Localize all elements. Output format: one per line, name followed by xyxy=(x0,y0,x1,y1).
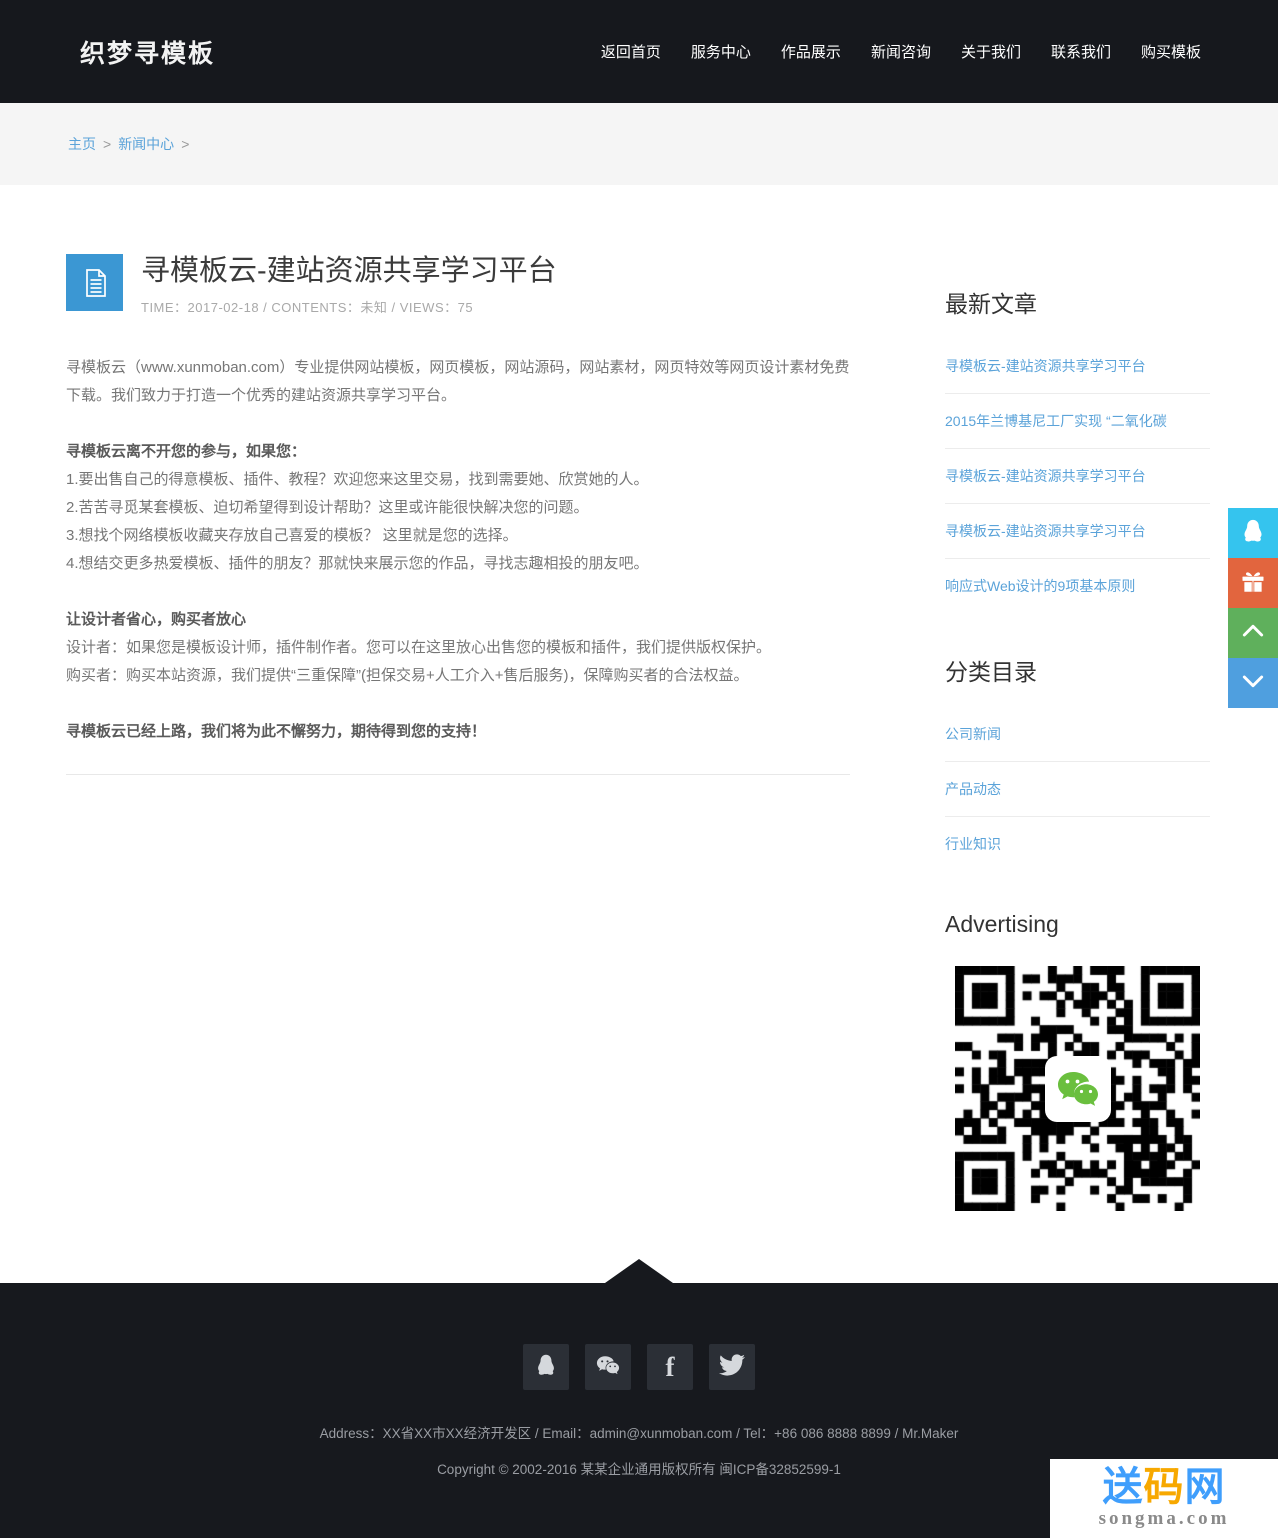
category-list: 公司新闻 产品动态 行业知识 xyxy=(945,707,1210,871)
breadcrumb-home-link[interactable]: 主页 xyxy=(68,134,96,154)
latest-article-link[interactable]: 2015年兰博基尼工厂实现 “二氧化碳 xyxy=(945,394,1210,449)
nav-item-services[interactable]: 服务中心 xyxy=(676,31,766,72)
twitter-social-button[interactable] xyxy=(709,1344,755,1390)
document-icon xyxy=(66,254,123,311)
nav-item-contact[interactable]: 联系我们 xyxy=(1036,31,1126,72)
article-section-participate: 寻模板云离不开您的参与，如果您： 1.要出售自己的得意模板、插件、教程？欢迎您来… xyxy=(66,438,850,578)
article-meta: TIME：2017-02-18 / CONTENTS：未知 / VIEWS：75 xyxy=(141,300,474,315)
qq-contact-button[interactable] xyxy=(1228,508,1278,558)
qq-icon xyxy=(533,1352,559,1383)
latest-article-link[interactable]: 寻模板云-建站资源共享学习平台 xyxy=(945,504,1210,559)
footer-address: Address：XX省XX市XX经济开发区 / Email：admin@xunm… xyxy=(319,1426,959,1441)
breadcrumb-separator: > xyxy=(103,136,112,152)
qr-code xyxy=(955,966,1200,1211)
main-nav: 返回首页 服务中心 作品展示 新闻咨询 关于我们 联系我们 购买模板 xyxy=(586,31,1216,72)
chevron-down-icon xyxy=(1237,665,1269,702)
wechat-icon xyxy=(1044,1055,1111,1122)
wechat-icon xyxy=(594,1351,622,1384)
songma-watermark: 送码网 songma.com xyxy=(1050,1459,1278,1538)
article-paragraph: 寻模板云（www.xunmoban.com）专业提供网站模板，网页模板，网站源码… xyxy=(66,359,850,404)
category-heading: 分类目录 xyxy=(945,659,1037,685)
article-closing-line: 寻模板云已经上路，我们将为此不懈努力，期待得到您的支持！ xyxy=(66,723,487,740)
nav-item-buy[interactable]: 购买模板 xyxy=(1126,31,1216,72)
promotion-button[interactable] xyxy=(1228,558,1278,608)
latest-articles-heading: 最新文章 xyxy=(945,291,1037,317)
latest-article-link[interactable]: 寻模板云-建站资源共享学习平台 xyxy=(945,339,1210,394)
advertising-heading: Advertising xyxy=(945,911,1059,937)
breadcrumb-section-link[interactable]: 新闻中心 xyxy=(118,134,174,154)
article-divider xyxy=(66,774,850,775)
top-header: 织梦寻模板 返回首页 服务中心 作品展示 新闻咨询 关于我们 联系我们 购买模板 xyxy=(0,0,1278,103)
qq-social-button[interactable] xyxy=(523,1344,569,1390)
site-logo[interactable]: 织梦寻模板 xyxy=(80,34,215,70)
facebook-icon: f xyxy=(665,1351,675,1382)
chevron-up-icon xyxy=(1237,615,1269,652)
category-link-company-news[interactable]: 公司新闻 xyxy=(945,707,1210,762)
article-line: 3.想找个网络模板收藏夹存放自己喜爱的模板？ 这里就是您的选择。 xyxy=(66,527,518,544)
nav-item-portfolio[interactable]: 作品展示 xyxy=(766,31,856,72)
article-column: 寻模板云-建站资源共享学习平台 TIME：2017-02-18 / CONTEN… xyxy=(66,185,850,775)
facebook-social-button[interactable]: f xyxy=(647,1344,693,1390)
category-link-industry[interactable]: 行业知识 xyxy=(945,817,1210,871)
article-subheading: 寻模板云离不开您的参与，如果您： xyxy=(66,443,307,460)
latest-articles-list: 寻模板云-建站资源共享学习平台 2015年兰博基尼工厂实现 “二氧化碳 寻模板云… xyxy=(945,339,1210,613)
gift-icon xyxy=(1239,567,1267,600)
social-links: f xyxy=(0,1283,1278,1390)
watermark-cn-text: 送码网 xyxy=(1102,1465,1226,1509)
wechat-social-button[interactable] xyxy=(585,1344,631,1390)
footer-notch-triangle xyxy=(605,1259,673,1283)
scroll-to-top-button[interactable] xyxy=(1228,608,1278,658)
article-header: 寻模板云-建站资源共享学习平台 TIME：2017-02-18 / CONTEN… xyxy=(66,254,850,316)
article-line: 1.要出售自己的得意模板、插件、教程？欢迎您来这里交易，找到需要她、欣赏她的人。 xyxy=(66,471,649,488)
floating-toolbar xyxy=(1228,508,1278,708)
page-title: 寻模板云-建站资源共享学习平台 xyxy=(141,255,557,287)
nav-item-about[interactable]: 关于我们 xyxy=(946,31,1036,72)
latest-article-link[interactable]: 响应式Web设计的9项基本原则 xyxy=(945,559,1210,613)
twitter-icon xyxy=(719,1352,746,1383)
article-subheading: 让设计者省心，购买者放心 xyxy=(66,611,247,628)
breadcrumb: 主页 > 新闻中心 > xyxy=(0,103,1278,185)
latest-article-link[interactable]: 寻模板云-建站资源共享学习平台 xyxy=(945,449,1210,504)
article-line: 2.苦苦寻觅某套模板、迫切希望得到设计帮助？这里或许能很快解决您的问题。 xyxy=(66,499,589,516)
watermark-en-text: songma.com xyxy=(1098,1508,1230,1529)
article-body: 寻模板云（www.xunmoban.com）专业提供网站模板，网页模板，网站源码… xyxy=(66,354,850,775)
article-section-guarantee: 让设计者省心，购买者放心 设计者：如果您是模板设计师，插件制作者。您可以在这里放… xyxy=(66,606,850,690)
sidebar: 最新文章 寻模板云-建站资源共享学习平台 2015年兰博基尼工厂实现 “二氧化碳… xyxy=(945,185,1210,1211)
article-line: 4.想结交更多热爱模板、插件的朋友？那就快来展示您的作品，寻找志趣相投的朋友吧。 xyxy=(66,555,649,572)
nav-item-news[interactable]: 新闻咨询 xyxy=(856,31,946,72)
article-line: 购买者：购买本站资源，我们提供“三重保障”(担保交易+人工介入+售后服务)，保障… xyxy=(66,667,749,684)
article-line: 设计者：如果您是模板设计师，插件制作者。您可以在这里放心出售您的模板和插件，我们… xyxy=(66,639,772,656)
qq-icon xyxy=(1239,517,1267,550)
scroll-to-bottom-button[interactable] xyxy=(1228,658,1278,708)
category-link-product-news[interactable]: 产品动态 xyxy=(945,762,1210,817)
nav-item-home[interactable]: 返回首页 xyxy=(586,31,676,72)
breadcrumb-separator: > xyxy=(181,136,190,152)
